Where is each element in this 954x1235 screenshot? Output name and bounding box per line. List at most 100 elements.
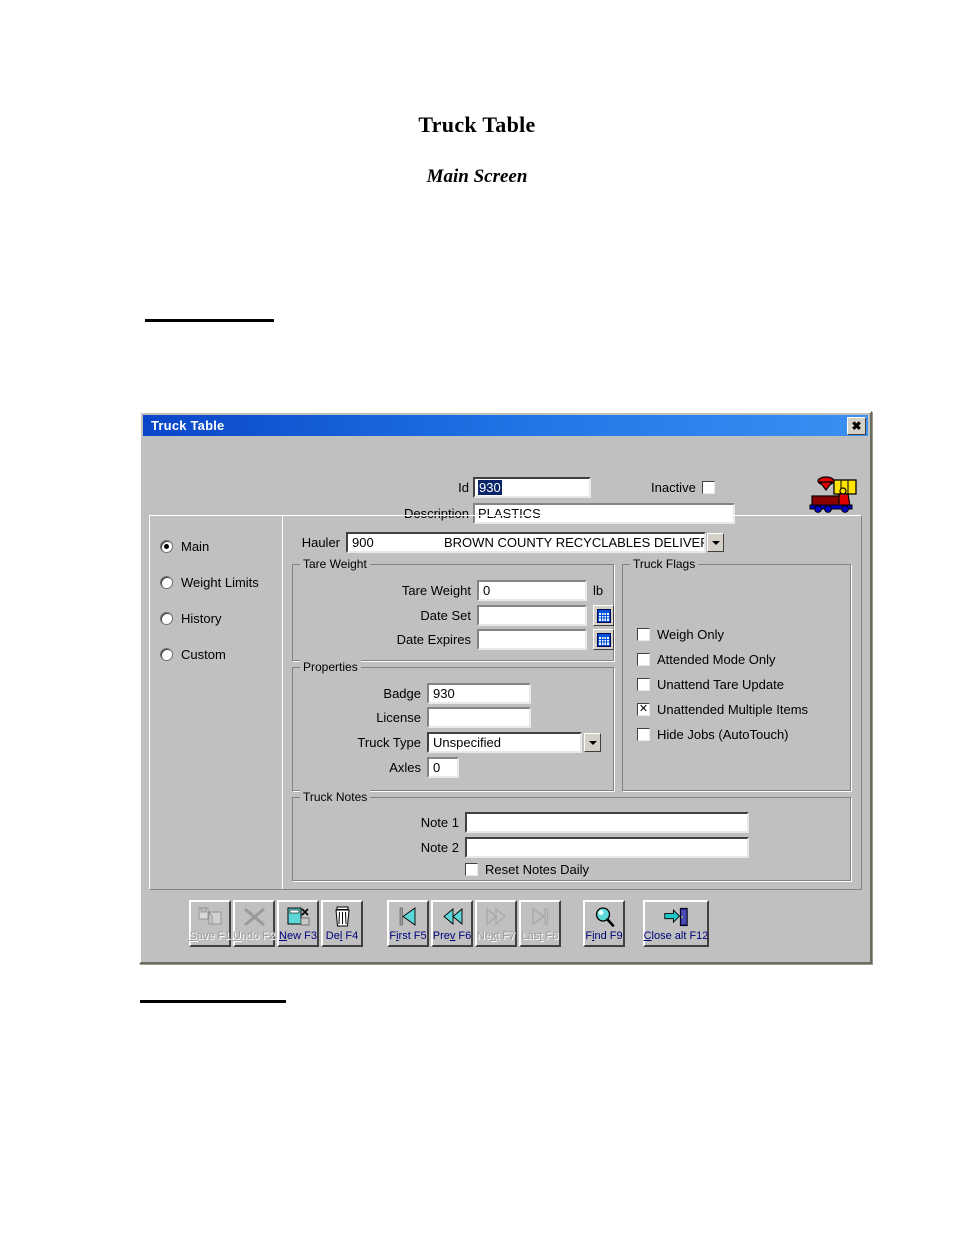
note1-input[interactable] (465, 812, 749, 833)
tare-weight-label: Tare Weight (401, 583, 471, 598)
badge-input[interactable]: 930 (427, 683, 531, 704)
flag-label: Weigh Only (657, 627, 724, 642)
first-button[interactable]: First F5 (387, 900, 429, 947)
note2-label: Note 2 (420, 840, 459, 855)
flag-attended-mode-only[interactable]: Attended Mode Only (637, 652, 776, 667)
divider-bottom (140, 1000, 286, 1003)
axles-label: Axles (389, 760, 421, 775)
record-toolbar: Save F1 Undo F2 New F3 Del F4 First F5 P… (149, 900, 862, 950)
radio-icon[interactable] (160, 648, 173, 661)
undo-button[interactable]: Undo F2 (233, 900, 275, 947)
note1-label: Note 1 (420, 815, 459, 830)
sidebar-item-weight-limits[interactable]: Weight Limits (160, 575, 259, 590)
save-button-label: Save F1 (189, 930, 231, 942)
prev-button-label: Prev F6 (432, 930, 472, 942)
find-button-label: Find F9 (585, 930, 623, 942)
radio-icon[interactable] (160, 576, 173, 589)
checkbox-icon[interactable]: ✕ (637, 703, 650, 716)
next-record-icon (483, 905, 509, 929)
flag-unattended-multiple-items[interactable]: ✕ Unattended Multiple Items (637, 702, 808, 717)
tare-weight-unit: lb (593, 583, 604, 598)
note2-input[interactable] (465, 837, 749, 858)
checkbox-icon[interactable] (637, 728, 650, 741)
chevron-down-icon[interactable] (707, 533, 724, 552)
magnifier-icon (591, 905, 617, 929)
sidebar-item-history[interactable]: History (160, 611, 221, 626)
badge-label: Badge (383, 686, 421, 701)
properties-group: Properties Badge 930 License Truck Type … (292, 660, 614, 791)
axles-input[interactable]: 0 (427, 757, 459, 778)
flag-label: Unattended Multiple Items (657, 702, 809, 717)
main-tab-content: Hauler 900 BROWN COUNTY RECYCLABLES DELI… (284, 516, 861, 889)
page-subtitle: Main Screen (426, 166, 528, 187)
page-title: Truck Table (418, 112, 536, 137)
calendar-icon[interactable] (593, 605, 614, 626)
new-button[interactable]: New F3 (277, 900, 319, 947)
window-titlebar: Truck Table ✖ (143, 415, 868, 436)
flag-weigh-only[interactable]: Weigh Only (637, 627, 724, 642)
undo-button-label: Undo F2 (232, 930, 276, 942)
sidebar-item-custom[interactable]: Custom (160, 647, 226, 662)
exit-door-icon (663, 905, 689, 929)
delete-button[interactable]: Del F4 (321, 900, 363, 947)
license-input[interactable] (427, 707, 531, 728)
first-button-label: First F5 (389, 930, 427, 942)
sidebar-item-main[interactable]: Main (160, 539, 209, 554)
main-body-panel: Main Weight Limits History Custom Hauler… (149, 515, 862, 890)
next-button[interactable]: Next F7 (475, 900, 517, 947)
close-button-label: Close alt F12 (643, 930, 709, 942)
sidebar-item-label: Main (181, 539, 210, 554)
tare-weight-input[interactable]: 0 (477, 580, 587, 601)
tare-weight-group-title: Tare Weight (300, 557, 370, 571)
hauler-label: Hauler (301, 535, 340, 550)
flag-label: Attended Mode Only (657, 652, 776, 667)
inactive-label: Inactive (651, 480, 696, 495)
date-expires-input[interactable] (477, 629, 587, 650)
window-title: Truck Table (151, 418, 225, 433)
date-expires-label: Date Expires (396, 632, 471, 647)
checkbox-icon[interactable] (637, 628, 650, 641)
reset-notes-daily-label: Reset Notes Daily (485, 862, 590, 877)
close-icon[interactable]: ✖ (847, 417, 866, 435)
truck-notes-group: Truck Notes Note 1 Note 2 Reset Notes Da… (292, 790, 851, 881)
checkbox-icon[interactable] (465, 863, 478, 876)
inactive-checkbox[interactable] (701, 481, 715, 494)
save-button[interactable]: Save F1 (189, 900, 231, 947)
prev-button[interactable]: Prev F6 (431, 900, 473, 947)
date-set-input[interactable] (477, 605, 587, 626)
flag-label: Unattend Tare Update (657, 677, 784, 692)
hauler-combo[interactable]: 900 BROWN COUNTY RECYCLABLES DELIVERED (346, 532, 706, 553)
hauler-name-value: BROWN COUNTY RECYCLABLES DELIVERED (444, 535, 706, 550)
truck-type-label: Truck Type (357, 735, 421, 750)
calendar-icon[interactable] (593, 629, 614, 650)
radio-icon[interactable] (160, 612, 173, 625)
close-button[interactable]: Close alt F12 (643, 900, 709, 947)
flag-unattend-tare-update[interactable]: Unattend Tare Update (637, 677, 784, 692)
next-button-label: Next F7 (476, 930, 516, 942)
new-button-label: New F3 (279, 930, 317, 942)
id-label: Id (458, 480, 469, 495)
date-set-label: Date Set (420, 608, 471, 623)
last-button-label: Last F8 (521, 930, 559, 942)
tare-weight-group: Tare Weight Tare Weight 0 lb Date Set Da… (292, 557, 614, 661)
truck-table-window: Truck Table ✖ Id 930 Description PLASTIC… (139, 411, 872, 964)
reset-notes-daily-row[interactable]: Reset Notes Daily (465, 862, 589, 877)
checkbox-icon[interactable] (637, 653, 650, 666)
checkbox-icon[interactable] (637, 678, 650, 691)
find-button[interactable]: Find F9 (583, 900, 625, 947)
truck-flags-group-title: Truck Flags (630, 557, 699, 571)
trash-icon (329, 905, 355, 929)
chevron-down-icon[interactable] (584, 733, 601, 752)
prev-record-icon (439, 905, 465, 929)
section-selector-sidebar: Main Weight Limits History Custom (150, 516, 283, 889)
inactive-checkbox-row[interactable]: Inactive (651, 480, 715, 495)
last-button[interactable]: Last F8 (519, 900, 561, 947)
undo-x-icon (241, 905, 267, 929)
record-header: Id 930 Description PLASTICS Inactive (143, 436, 868, 524)
radio-icon[interactable] (160, 540, 173, 553)
truck-type-select[interactable]: Unspecified (427, 732, 582, 753)
id-input[interactable]: 930 (473, 477, 591, 498)
flag-hide-jobs-autotouch[interactable]: Hide Jobs (AutoTouch) (637, 727, 789, 742)
save-icon (197, 905, 223, 929)
properties-group-title: Properties (300, 660, 361, 674)
